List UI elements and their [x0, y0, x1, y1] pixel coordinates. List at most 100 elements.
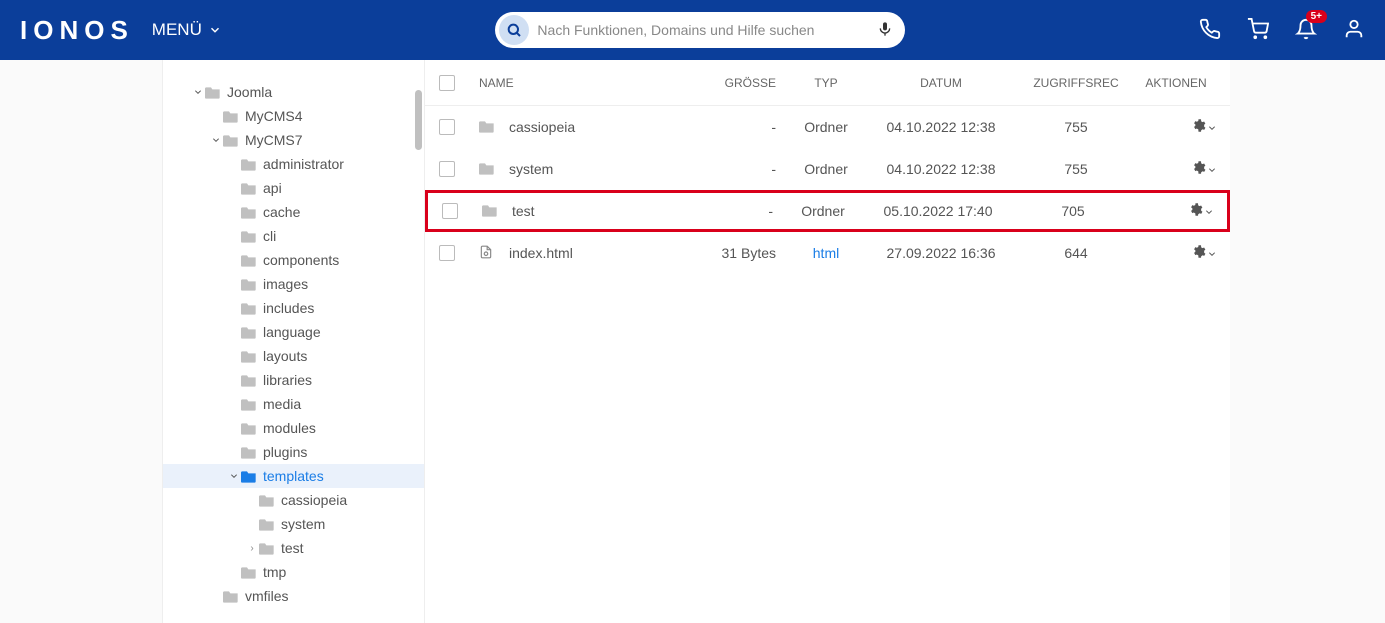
tree-item-label: MyCMS7 — [245, 132, 303, 148]
file-size: - — [703, 203, 783, 219]
table-row[interactable]: index.html31 Byteshtml27.09.2022 16:3664… — [425, 232, 1230, 274]
tree-item-label: libraries — [263, 372, 312, 388]
tree-item-images[interactable]: images — [163, 272, 424, 296]
tree-item-cache[interactable]: cache — [163, 200, 424, 224]
row-checkbox[interactable] — [442, 203, 458, 219]
tree-item-label: cli — [263, 228, 276, 244]
file-type: Ordner — [786, 161, 866, 177]
chevron-down-icon — [1208, 119, 1216, 135]
file-date: 05.10.2022 17:40 — [863, 203, 1013, 219]
user-icon — [1343, 18, 1365, 40]
tree-item-layouts[interactable]: layouts — [163, 344, 424, 368]
file-name: cassiopeia — [509, 119, 575, 135]
tree-item-label: test — [281, 540, 304, 556]
header-icon-bar: 5+ — [1199, 18, 1365, 43]
tree-item-label: cassiopeia — [281, 492, 347, 508]
tree-item-templates[interactable]: templates — [163, 464, 424, 488]
file-permissions: 705 — [1013, 203, 1133, 219]
chevron-down-icon — [191, 88, 205, 96]
row-checkbox[interactable] — [439, 161, 455, 177]
tree-item-mycms7[interactable]: MyCMS7 — [163, 128, 424, 152]
file-type[interactable]: html — [786, 245, 866, 261]
search-input[interactable] — [537, 22, 877, 38]
tree-item-test[interactable]: ›test — [163, 536, 424, 560]
tree-item-mycms4[interactable]: MyCMS4 — [163, 104, 424, 128]
tree-item-vmfiles[interactable]: vmfiles — [163, 584, 424, 608]
file-date: 04.10.2022 12:38 — [866, 161, 1016, 177]
column-header-size[interactable]: GRÖSSE — [706, 76, 786, 90]
tree-item-administrator[interactable]: administrator — [163, 152, 424, 176]
tree-item-plugins[interactable]: plugins — [163, 440, 424, 464]
row-actions-button[interactable] — [1136, 244, 1216, 262]
gear-icon — [1191, 118, 1206, 136]
row-checkbox[interactable] — [439, 245, 455, 261]
chevron-down-icon — [1205, 203, 1213, 219]
tree-item-media[interactable]: media — [163, 392, 424, 416]
chevron-down-icon — [1208, 161, 1216, 177]
row-actions-button[interactable] — [1133, 202, 1213, 220]
column-header-name[interactable]: NAME — [475, 76, 706, 90]
row-actions-button[interactable] — [1136, 118, 1216, 136]
tree-item-label: vmfiles — [245, 588, 289, 604]
table-row[interactable]: cassiopeia-Ordner04.10.2022 12:38755 — [425, 106, 1230, 148]
tree-item-label: plugins — [263, 444, 307, 460]
gear-icon — [1191, 160, 1206, 178]
file-permissions: 644 — [1016, 245, 1136, 261]
cart-button[interactable] — [1247, 18, 1269, 43]
column-header-permissions[interactable]: ZUGRIFFSREC — [1016, 76, 1136, 90]
file-icon — [479, 244, 501, 263]
mic-icon — [877, 21, 893, 37]
file-size: 31 Bytes — [706, 245, 786, 261]
file-size: - — [706, 119, 786, 135]
app-header: IONOS MENÜ 5+ — [0, 0, 1385, 60]
search-icon — [499, 15, 529, 45]
tree-item-cassiopeia[interactable]: cassiopeia — [163, 488, 424, 512]
tree-item-api[interactable]: api — [163, 176, 424, 200]
tree-item-tmp[interactable]: tmp — [163, 560, 424, 584]
tree-item-label: images — [263, 276, 308, 292]
tree-item-label: includes — [263, 300, 314, 316]
tree-item-label: MyCMS4 — [245, 108, 303, 124]
notifications-button[interactable]: 5+ — [1295, 18, 1317, 43]
file-name: system — [509, 161, 553, 177]
tree-item-modules[interactable]: modules — [163, 416, 424, 440]
folder-tree: Joomla MyCMS4 MyCMS7 administrator api cache c… — [163, 80, 424, 608]
file-list-panel: NAME GRÖSSE TYP DATUM ZUGRIFFSREC AKTION… — [425, 60, 1230, 623]
table-header-row: NAME GRÖSSE TYP DATUM ZUGRIFFSREC AKTION… — [425, 60, 1230, 106]
tree-item-label: layouts — [263, 348, 307, 364]
tree-item-system[interactable]: system — [163, 512, 424, 536]
tree-item-cli[interactable]: cli — [163, 224, 424, 248]
tree-item-label: language — [263, 324, 321, 340]
file-date: 27.09.2022 16:36 — [866, 245, 1016, 261]
folder-icon — [482, 203, 504, 220]
tree-item-libraries[interactable]: libraries — [163, 368, 424, 392]
account-button[interactable] — [1343, 18, 1365, 43]
chevron-down-icon — [209, 136, 223, 144]
file-permissions: 755 — [1016, 119, 1136, 135]
tree-item-includes[interactable]: includes — [163, 296, 424, 320]
tree-item-label: tmp — [263, 564, 286, 580]
sidebar-scrollbar[interactable] — [410, 60, 424, 623]
table-row[interactable]: test-Ordner05.10.2022 17:40705 — [425, 190, 1230, 232]
tree-item-components[interactable]: components — [163, 248, 424, 272]
gear-icon — [1188, 202, 1203, 220]
file-type: Ordner — [786, 119, 866, 135]
column-header-date[interactable]: DATUM — [866, 76, 1016, 90]
tree-item-label: templates — [263, 468, 324, 484]
search-box[interactable] — [495, 12, 905, 48]
tree-item-joomla[interactable]: Joomla — [163, 80, 424, 104]
row-actions-button[interactable] — [1136, 160, 1216, 178]
column-header-type[interactable]: TYP — [786, 76, 866, 90]
select-all-checkbox[interactable] — [439, 75, 455, 91]
logo: IONOS — [20, 15, 134, 46]
tree-item-label: api — [263, 180, 282, 196]
phone-button[interactable] — [1199, 18, 1221, 43]
main-menu-button[interactable]: MENÜ — [152, 20, 222, 40]
table-row[interactable]: system-Ordner04.10.2022 12:38755 — [425, 148, 1230, 190]
mic-button[interactable] — [877, 21, 893, 40]
column-header-actions: AKTIONEN — [1136, 76, 1216, 90]
file-name: test — [512, 203, 535, 219]
gear-icon — [1191, 244, 1206, 262]
row-checkbox[interactable] — [439, 119, 455, 135]
tree-item-language[interactable]: language — [163, 320, 424, 344]
